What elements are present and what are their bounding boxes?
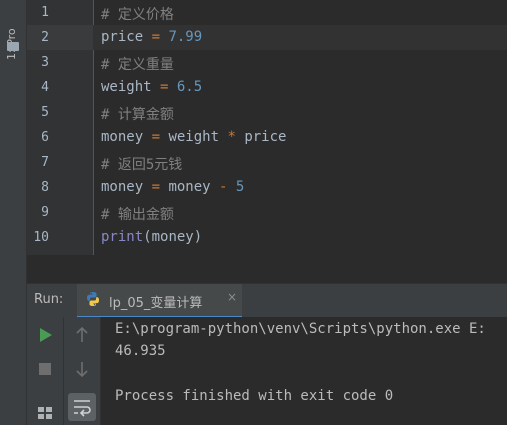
line-number: 9 — [41, 205, 49, 220]
code-text: # 定义价格 — [101, 4, 174, 24]
line-number: 10 — [33, 230, 49, 245]
code-token: 5 — [227, 179, 245, 195]
code-text: # 返回5元钱 — [101, 154, 182, 174]
code-token: = — [151, 179, 161, 195]
code-token: weight — [160, 129, 228, 145]
code-token: # 定义重量 — [101, 57, 174, 73]
code-token: = — [151, 29, 161, 45]
code-line[interactable]: 2 price = 7.99 — [27, 25, 507, 50]
code-text: # 输出金额 — [101, 204, 174, 224]
run-panel-header: Run: lp_05_变量计算 × — [27, 283, 507, 319]
tool-window-stripe: 1: Pro — [0, 0, 27, 425]
code-text: money = weight * price — [101, 129, 286, 145]
gutter-cell: 8 — [27, 175, 93, 200]
code-text: # 定义重量 — [101, 54, 174, 74]
code-token: weight — [101, 79, 161, 95]
code-line[interactable]: 8 money = money - 5 — [27, 175, 507, 200]
code-token: # 计算金额 — [101, 107, 174, 123]
gutter-cell: 1 — [27, 0, 93, 25]
line-number: 5 — [41, 105, 49, 120]
console-line: 46.935 — [115, 343, 166, 359]
code-token: money — [101, 179, 152, 195]
code-line[interactable]: 7 # 返回5元钱 — [27, 150, 507, 175]
code-token: * — [227, 129, 236, 145]
line-number: 7 — [41, 155, 49, 170]
layout-icon[interactable] — [35, 403, 55, 423]
code-token: 7.99 — [160, 29, 203, 45]
code-text: print(money) — [101, 229, 202, 245]
code-token: price — [235, 129, 287, 145]
code-token: # 输出金额 — [101, 207, 174, 223]
gutter-cell: 2 — [27, 25, 93, 50]
code-text: price = 7.99 — [101, 29, 202, 45]
python-icon — [87, 292, 99, 306]
gutter-cell: 3 — [27, 50, 93, 75]
line-number: 1 — [41, 5, 49, 20]
project-tool-tab[interactable]: 1: Pro — [3, 2, 23, 62]
code-token: # 返回5元钱 — [101, 157, 183, 173]
code-line[interactable]: 10 print(money) — [27, 225, 507, 250]
play-icon[interactable] — [35, 325, 55, 345]
run-tab-label: lp_05_变量计算 — [109, 296, 203, 311]
console-line: Process finished with exit code 0 — [115, 388, 394, 404]
code-line[interactable]: 6 money = weight * price — [27, 125, 507, 150]
code-token: 6.5 — [168, 79, 203, 95]
arrow-down-icon[interactable] — [72, 359, 92, 379]
run-label: Run: — [34, 292, 64, 307]
code-token: price — [101, 29, 152, 45]
line-number: 8 — [41, 180, 49, 195]
code-line[interactable]: 4 weight = 6.5 — [27, 75, 507, 100]
run-tab[interactable]: lp_05_变量计算 × — [77, 284, 242, 319]
folder-icon — [7, 42, 19, 51]
gutter-cell: 4 — [27, 75, 93, 100]
console-output[interactable]: E:\program-python\venv\Scripts\python.ex… — [101, 317, 507, 425]
close-icon[interactable]: × — [227, 290, 237, 304]
code-token: money — [160, 179, 220, 195]
code-text: money = money - 5 — [101, 179, 244, 195]
console-line: E:\program-python\venv\Scripts\python.ex… — [115, 321, 486, 337]
code-line[interactable]: 5 # 计算金额 — [27, 100, 507, 125]
soft-wrap-icon[interactable] — [68, 393, 96, 421]
run-toolbar-primary — [27, 317, 64, 425]
code-token: # 定义价格 — [101, 7, 174, 23]
line-number: 3 — [41, 55, 49, 70]
stop-icon[interactable] — [35, 359, 55, 379]
code-line[interactable]: 3 # 定义重量 — [27, 50, 507, 75]
code-token: = — [151, 129, 161, 145]
line-number: 2 — [41, 30, 49, 45]
line-number: 6 — [41, 130, 49, 145]
code-token: (money) — [143, 229, 203, 245]
gutter-cell: 7 — [27, 150, 93, 175]
gutter-cell: 9 — [27, 200, 93, 225]
run-toolbar-secondary — [64, 317, 101, 425]
code-text: # 计算金额 — [101, 104, 174, 124]
code-line[interactable]: 9 # 输出金额 — [27, 200, 507, 225]
arrow-up-icon[interactable] — [72, 325, 92, 345]
code-token: print — [101, 229, 144, 245]
code-editor[interactable]: 1 # 定义价格 2 price = 7.99 3 # 定义重量 4 weight = 6.5… — [27, 0, 507, 255]
code-token: money — [101, 129, 152, 145]
code-text: weight = 6.5 — [101, 79, 202, 95]
code-line[interactable]: 1 # 定义价格 — [27, 0, 507, 25]
gutter-cell: 6 — [27, 125, 93, 150]
line-number: 4 — [41, 80, 49, 95]
gutter-cell: 10 — [27, 225, 93, 250]
gutter-cell: 5 — [27, 100, 93, 125]
